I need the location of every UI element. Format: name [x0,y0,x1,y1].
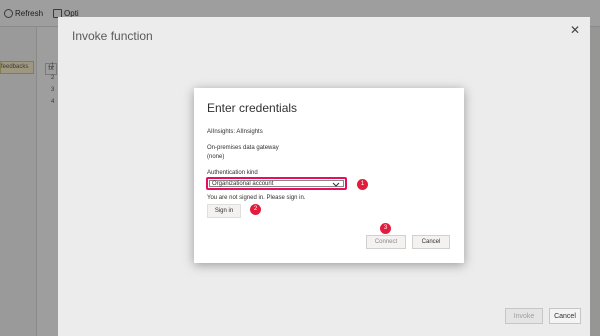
gateway-value: (none) [207,154,225,160]
dialog-cancel-button[interactable]: Cancel [412,235,450,249]
connect-button[interactable]: Connect [366,235,406,249]
panel-cancel-button[interactable]: Cancel [549,308,581,324]
step-badge-1: 1 [357,179,368,190]
auth-kind-label: Authentication kind [207,170,258,176]
gateway-label: On-premises data gateway [207,145,279,151]
credentials-dialog: Enter credentials AIInsights: AIInsights… [194,88,464,263]
auth-kind-select[interactable]: Organizational account [209,180,344,187]
source-label: AIInsights: AIInsights [207,129,263,135]
auth-kind-select-highlight: Organizational account [206,177,347,190]
step-badge-2: 2 [250,204,261,215]
auth-kind-value: Organizational account [212,181,274,187]
close-icon[interactable]: ✕ [568,23,582,37]
step-badge-3: 3 [380,223,391,234]
invoke-button[interactable]: Invoke [505,308,543,324]
signin-status: You are not signed in. Please sign in. [207,195,306,201]
dialog-title: Enter credentials [207,101,298,115]
panel-title: Invoke function [72,29,153,43]
sign-in-button[interactable]: Sign in [207,204,241,218]
chevron-down-icon [332,182,340,187]
